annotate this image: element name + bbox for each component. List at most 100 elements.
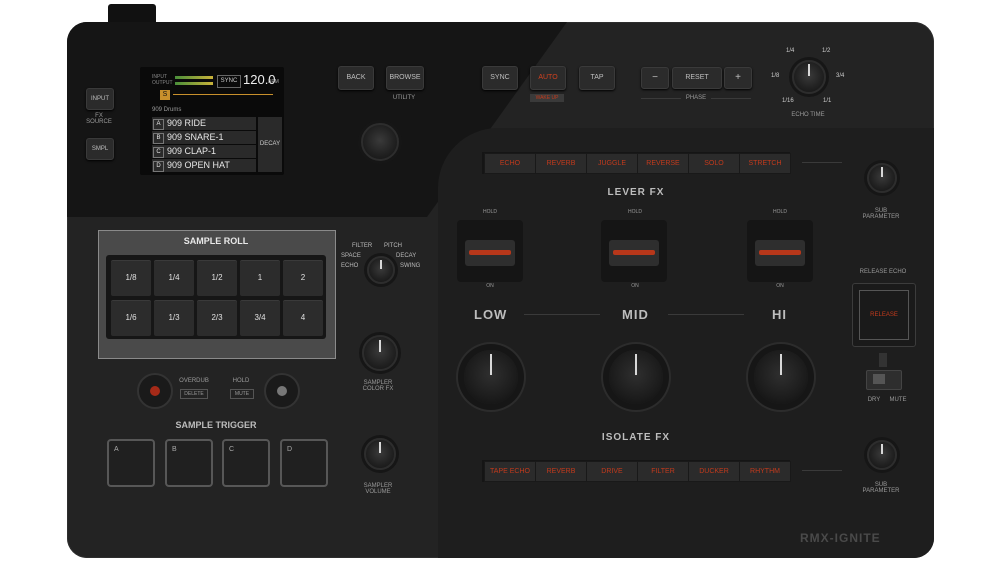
release-button-label: RELEASE — [859, 290, 909, 340]
roll-pad-2[interactable]: 2 — [282, 259, 324, 297]
switch-stem — [879, 353, 887, 367]
trigger-label: D — [287, 446, 293, 453]
back-button[interactable]: BACK — [338, 66, 374, 90]
trigger-label: A — [114, 446, 119, 453]
roll-pad-4[interactable]: 4 — [282, 299, 324, 337]
sampler-color-fx-knob[interactable] — [362, 335, 398, 371]
isolate-fx-reverb[interactable]: REVERB — [535, 461, 587, 482]
echo-time-value: 1/2 — [822, 48, 831, 54]
sample-name: 909 CLAP-1 — [167, 146, 217, 156]
lever-slot — [465, 240, 515, 266]
lever-hi[interactable] — [747, 220, 813, 282]
lever-indicator — [759, 250, 801, 255]
roll-pad-3-4[interactable]: 3/4 — [239, 299, 281, 337]
input-button[interactable]: INPUT — [86, 88, 114, 110]
trigger-pad-a[interactable]: A — [107, 439, 155, 487]
phase-plus-button[interactable]: + — [724, 67, 752, 89]
trigger-pad-b[interactable]: B — [165, 439, 213, 487]
selector-swing: SWING — [400, 263, 421, 269]
sync-button[interactable]: SYNC — [482, 66, 518, 90]
selector-pitch: PITCH — [384, 243, 402, 249]
sample-row-c: C 909 CLAP-1 — [152, 145, 256, 158]
divider — [641, 98, 681, 99]
echo-time-value: 1/4 — [786, 48, 795, 54]
isolate-fx-ducker[interactable]: DUCKER — [688, 461, 740, 482]
knob-pointer — [780, 354, 782, 375]
hold-button[interactable] — [264, 373, 300, 409]
echo-time-knob[interactable] — [792, 60, 826, 94]
sampler-volume-knob[interactable] — [364, 438, 396, 470]
hold-label: HOLD — [483, 209, 497, 215]
lever-fx-juggle[interactable]: JUGGLE — [586, 153, 638, 174]
bpm-unit: BPM — [268, 79, 279, 85]
browse-button[interactable]: BROWSE — [386, 66, 424, 90]
decay-control: DECAY — [258, 117, 282, 172]
level-meter-input — [175, 76, 213, 79]
eq-hi-label: HI — [772, 307, 787, 322]
divider — [524, 314, 600, 315]
auto-button[interactable]: AUTO — [530, 66, 566, 90]
sync-indicator: SYNC — [217, 75, 241, 88]
on-label: ON — [631, 283, 639, 289]
isolate-fx-tape-echo[interactable]: TAPE ECHO — [484, 461, 536, 482]
lever-slot — [755, 240, 805, 266]
sample-name: 909 RIDE — [167, 118, 207, 128]
lever-low[interactable] — [457, 220, 523, 282]
eq-hi-knob[interactable] — [754, 350, 808, 404]
sample-name: 909 OPEN HAT — [167, 160, 230, 170]
sub-parameter-label: SUB PARAMETER — [862, 208, 900, 220]
input-output-label: INPUT OUTPUT — [152, 74, 173, 86]
knob-pointer — [380, 259, 382, 270]
dry-mute-switch[interactable] — [866, 370, 902, 390]
lever-fx-title: LEVER FX — [607, 187, 665, 198]
sample-tag: C — [153, 147, 164, 158]
roll-pad-2-3[interactable]: 2/3 — [196, 299, 238, 337]
trigger-pad-c[interactable]: C — [222, 439, 270, 487]
roll-pad-1-4[interactable]: 1/4 — [153, 259, 195, 297]
tap-button[interactable]: TAP — [579, 66, 615, 90]
roll-pad-1-8[interactable]: 1/8 — [110, 259, 152, 297]
isolate-fx-drive[interactable]: DRIVE — [586, 461, 638, 482]
release-echo-pad[interactable]: RELEASE — [852, 283, 916, 347]
sample-row-d: D 909 OPEN HAT — [152, 159, 256, 172]
utility-label: UTILITY — [392, 95, 416, 101]
lever-sub-parameter-knob[interactable] — [867, 163, 897, 193]
isolate-sub-parameter-knob[interactable] — [867, 440, 897, 470]
selector-decay: DECAY — [396, 253, 417, 259]
isolate-fx-filter[interactable]: FILTER — [637, 461, 689, 482]
eq-mid-knob[interactable] — [609, 350, 663, 404]
sample-row-b: B 909 SNARE-1 — [152, 131, 256, 144]
knob-pointer — [379, 339, 381, 352]
color-fx-selector-knob[interactable] — [367, 256, 395, 284]
echo-time-value: 1/1 — [823, 98, 832, 104]
isolate-fx-rhythm[interactable]: RHYTHM — [739, 461, 791, 482]
roll-pad-1-6[interactable]: 1/6 — [110, 299, 152, 337]
knob-pointer — [635, 354, 637, 375]
roll-pad-1[interactable]: 1 — [239, 259, 281, 297]
divider — [668, 314, 744, 315]
roll-pad-1-3[interactable]: 1/3 — [153, 299, 195, 337]
smpl-button[interactable]: SMPL — [86, 138, 114, 160]
sampler-color-fx-label: SAMPLER COLOR FX — [362, 380, 394, 392]
browse-knob[interactable] — [361, 123, 399, 161]
overdub-led — [150, 386, 160, 396]
lever-indicator — [469, 250, 511, 255]
phase-minus-button[interactable]: − — [641, 67, 669, 89]
lever-fx-reverse[interactable]: REVERSE — [637, 153, 689, 174]
trigger-pad-d[interactable]: D — [280, 439, 328, 487]
fx-source-label: FX SOURCE — [86, 113, 112, 125]
lever-mid[interactable] — [601, 220, 667, 282]
lever-fx-reverb[interactable]: REVERB — [535, 153, 587, 174]
on-label: ON — [486, 283, 494, 289]
eq-low-knob[interactable] — [464, 350, 518, 404]
mute-label: MUTE — [889, 397, 907, 403]
lever-fx-stretch[interactable]: STRETCH — [739, 153, 791, 174]
lever-fx-solo[interactable]: SOLO — [688, 153, 740, 174]
bank-badge: S — [160, 90, 170, 100]
hold-label: HOLD — [232, 378, 250, 384]
phase-reset-button[interactable]: RESET — [672, 67, 722, 89]
overdub-button[interactable] — [137, 373, 173, 409]
lever-slot — [609, 240, 659, 266]
lever-fx-echo[interactable]: ECHO — [484, 153, 536, 174]
roll-pad-1-2[interactable]: 1/2 — [196, 259, 238, 297]
